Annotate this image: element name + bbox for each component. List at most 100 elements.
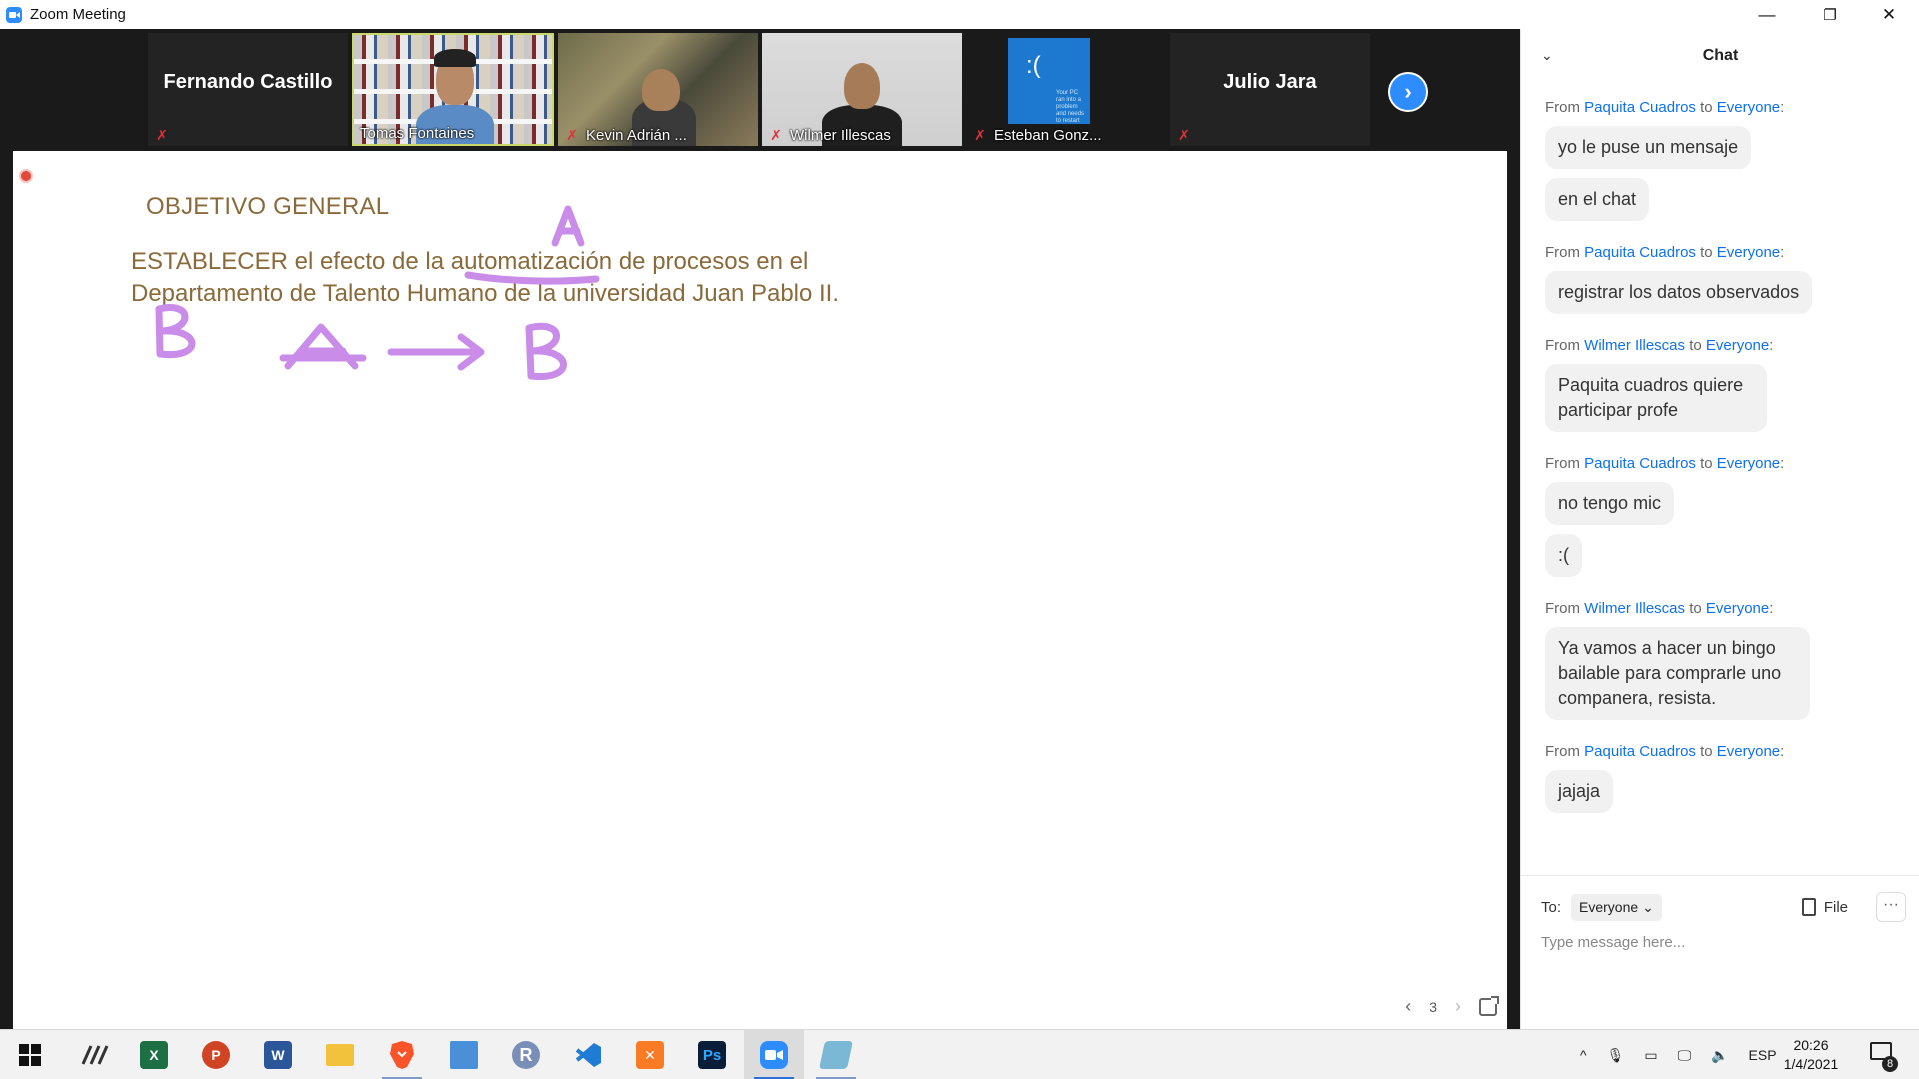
taskbar-app-word[interactable]: W (248, 1030, 308, 1079)
body-line1-start: ESTABLECER el efecto de la (131, 248, 451, 275)
ink-formula-b (525, 322, 567, 380)
powerpoint-icon: P (202, 1041, 230, 1069)
next-page-participants-button[interactable]: › (1388, 72, 1428, 112)
recipient-name[interactable]: Everyone (1706, 600, 1769, 617)
participant-tile-esteban[interactable]: :( Your PC ran into a problem and needs … (966, 33, 1166, 146)
folder-icon (326, 1044, 354, 1066)
recipient-name[interactable]: Everyone (1717, 99, 1780, 116)
ink-letter-b-left (155, 304, 196, 359)
message-sender-line: From Paquita Cuadros to Everyone: (1545, 99, 1785, 116)
clock-time: 20:26 (1793, 1037, 1829, 1053)
photoshop-icon: Ps (698, 1041, 726, 1069)
close-button[interactable]: ✕ (1860, 0, 1918, 29)
taskbar-clock[interactable]: 20:26 1/4/2021 (1768, 1036, 1854, 1074)
taskbar-app-file-explorer[interactable] (310, 1030, 370, 1079)
whiteboard-heading: OBJETIVO GENERAL (146, 193, 390, 220)
action-center-button[interactable]: 8 (1870, 1042, 1898, 1072)
show-hidden-icons-chevron-icon[interactable]: ^ (1580, 1047, 1587, 1063)
chevron-down-icon: ⌄ (1642, 899, 1654, 915)
muted-mic-icon: ✗ (770, 127, 782, 143)
zoom-app-icon (6, 6, 22, 23)
taskbar-app-excel[interactable]: X (124, 1030, 184, 1079)
minimize-button[interactable]: — (1738, 0, 1796, 29)
recipient-name[interactable]: Everyone (1706, 337, 1769, 354)
headphones-icon (434, 49, 476, 67)
participant-tile-kevin[interactable]: ✗ Kevin Adrián ... (558, 33, 758, 146)
participant-face (844, 63, 880, 109)
shared-whiteboard[interactable]: OBJETIVO GENERAL ESTABLECER el efecto de… (13, 151, 1507, 1029)
muted-mic-icon: ✗ (156, 127, 168, 143)
taskbar-app-brave[interactable] (372, 1030, 432, 1079)
windows-logo-icon (19, 1044, 41, 1066)
taskbar-app-photoshop[interactable]: Ps (682, 1030, 742, 1079)
chevron-right-icon[interactable]: › (1455, 996, 1461, 1017)
chat-message-list[interactable]: From Paquita Cuadros to Everyone: yo le … (1521, 85, 1919, 875)
title-bar: Zoom Meeting — ❐ ✕ (0, 0, 1919, 29)
chat-message: registrar los datos observados (1545, 271, 1813, 314)
recipient-dropdown[interactable]: Everyone ⌄ (1571, 894, 1662, 921)
stylus-app-icon (81, 1045, 109, 1065)
participant-tile-wilmer[interactable]: ✗ Wilmer Illescas (762, 33, 962, 146)
taskbar-app-notepad[interactable] (806, 1030, 866, 1079)
microphone-icon[interactable]: 🎙 (1607, 1047, 1625, 1064)
recording-indicator-icon (19, 169, 33, 183)
window-title: Zoom Meeting (30, 6, 126, 23)
body-line1-end: de procesos en el (612, 248, 809, 275)
taskbar-app-xampp[interactable]: ✕ (620, 1030, 680, 1079)
message-sender-line: From Paquita Cuadros to Everyone: (1545, 743, 1785, 760)
send-file-button[interactable]: File (1801, 898, 1848, 916)
participant-tile-tomas[interactable]: Tomas Fontaines (352, 33, 554, 146)
more-options-button[interactable]: ··· (1876, 892, 1906, 922)
r-language-icon: R (512, 1041, 540, 1069)
taskbar-app-powerpoint[interactable]: P (186, 1030, 246, 1079)
chat-message-input[interactable] (1541, 934, 1901, 951)
sender-name[interactable]: Wilmer Illescas (1584, 337, 1685, 354)
restore-button[interactable]: ❐ (1801, 0, 1859, 29)
chat-title: Chat (1702, 47, 1739, 64)
muted-mic-icon: ✗ (566, 127, 578, 143)
sender-name[interactable]: Paquita Cuadros (1584, 455, 1696, 472)
chat-header: ⌄ Chat (1521, 29, 1919, 85)
whiteboard-page-nav: ‹ 3 › (1405, 995, 1499, 1017)
sender-name[interactable]: Paquita Cuadros (1584, 743, 1696, 760)
chat-composer: To: Everyone ⌄ File ··· (1521, 875, 1919, 1029)
chevron-left-icon[interactable]: ‹ (1405, 996, 1411, 1017)
bsod-face: :( (1026, 52, 1041, 79)
file-icon (1801, 898, 1816, 916)
chat-message: Ya vamos a hacer un bingo bailable para … (1545, 627, 1810, 720)
participant-face (642, 69, 680, 111)
sender-name[interactable]: Paquita Cuadros (1584, 244, 1696, 261)
recipient-name[interactable]: Everyone (1717, 455, 1780, 472)
message-sender-line: From Paquita Cuadros to Everyone: (1545, 244, 1785, 261)
participant-name: Esteban Gonz... (994, 127, 1102, 144)
taskbar-app-control-panel[interactable] (434, 1030, 494, 1079)
recipient-name[interactable]: Everyone (1717, 244, 1780, 261)
bsod-text: Your PC ran into a problem and needs to … (1056, 90, 1085, 124)
participant-tile-fernando[interactable]: Fernando Castillo ✗ (148, 33, 348, 146)
participant-tile-julio[interactable]: Julio Jara ✗ (1170, 33, 1370, 146)
windows-taskbar: X P W R ✕ Ps ^ 🎙 ▭ 🖵 🔈 ESP 20:26 1/4/202… (0, 1029, 1919, 1079)
network-icon[interactable]: 🖵 (1678, 1047, 1692, 1064)
message-sender-line: From Wilmer Illescas to Everyone: (1545, 600, 1774, 617)
volume-icon[interactable]: 🔈 (1711, 1047, 1728, 1064)
ink-formula-a (279, 323, 367, 370)
word-icon: W (264, 1041, 292, 1069)
recipient-row: To: Everyone ⌄ (1541, 894, 1662, 921)
taskbar-app-vscode[interactable] (558, 1030, 618, 1079)
participant-name: Tomas Fontaines (360, 125, 475, 142)
whiteboard-body-text: ESTABLECER el efecto de la automatizació… (131, 246, 931, 310)
video-feed: :( Your PC ran into a problem and needs … (1008, 38, 1090, 124)
battery-icon[interactable]: ▭ (1644, 1047, 1657, 1064)
control-panel-icon (450, 1041, 478, 1069)
chat-message: :( (1545, 534, 1582, 577)
sender-name[interactable]: Paquita Cuadros (1584, 99, 1696, 116)
taskbar-app-r[interactable]: R (496, 1030, 556, 1079)
start-button[interactable] (0, 1030, 60, 1079)
participant-name: Fernando Castillo (163, 71, 333, 93)
taskbar-app-stylus[interactable] (64, 1030, 124, 1079)
recipient-name[interactable]: Everyone (1717, 743, 1780, 760)
notification-count-badge: 8 (1882, 1056, 1898, 1072)
taskbar-app-zoom[interactable] (744, 1030, 804, 1079)
share-page-icon[interactable] (1479, 995, 1499, 1016)
sender-name[interactable]: Wilmer Illescas (1584, 600, 1685, 617)
